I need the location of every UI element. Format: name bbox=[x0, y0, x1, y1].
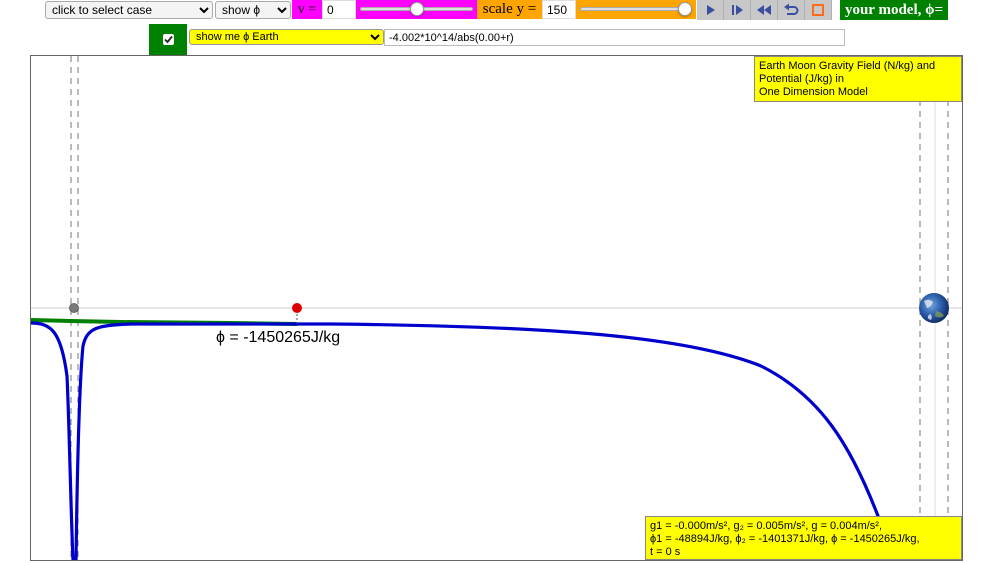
earth-icon[interactable] bbox=[919, 293, 949, 323]
model-label: your model, ϕ= bbox=[840, 0, 948, 20]
play-button[interactable] bbox=[697, 0, 724, 20]
v-slider[interactable] bbox=[356, 0, 477, 19]
show-checkbox[interactable] bbox=[162, 34, 174, 45]
graph-title-box: Earth Moon Gravity Field (N/kg) and Pote… bbox=[754, 56, 962, 102]
scale-input[interactable] bbox=[542, 0, 576, 19]
step-button[interactable] bbox=[724, 0, 751, 20]
step-forward-icon bbox=[732, 5, 743, 15]
scale-slider[interactable] bbox=[576, 0, 696, 19]
show-me-select[interactable]: show me ϕ Earth bbox=[189, 29, 384, 45]
rewind-button[interactable] bbox=[751, 0, 778, 20]
playback-controls bbox=[697, 0, 840, 20]
show-toggle[interactable] bbox=[149, 24, 187, 55]
v-label: v = bbox=[292, 0, 322, 19]
status-line3: t = 0 s bbox=[650, 546, 681, 558]
probe-marker[interactable] bbox=[292, 303, 302, 313]
stop-button[interactable] bbox=[805, 0, 832, 20]
moon-icon[interactable] bbox=[69, 303, 79, 313]
status-line1: g1 = -0.000m/s², g₂ = 0.005m/s², g = 0.0… bbox=[650, 520, 883, 532]
phi-readout: ϕ = -1450265J/kg bbox=[216, 329, 341, 346]
graph-title-line2: Potential (J/kg) in bbox=[759, 73, 844, 85]
case-select[interactable]: click to select case bbox=[45, 1, 213, 19]
formula-input[interactable] bbox=[384, 29, 845, 46]
stop-icon bbox=[812, 4, 824, 16]
play-icon bbox=[707, 5, 715, 15]
v-input[interactable] bbox=[322, 0, 356, 19]
v-slider-knob[interactable] bbox=[409, 2, 424, 16]
rewind-icon bbox=[757, 5, 771, 15]
graph-canvas bbox=[31, 56, 962, 560]
graph-panel[interactable]: ϕ = -1450265J/kg Earth Moon Gravity Fiel… bbox=[30, 55, 963, 561]
reset-icon bbox=[784, 3, 799, 15]
scale-slider-knob[interactable] bbox=[678, 2, 692, 16]
show-select[interactable]: show ϕ bbox=[215, 1, 291, 19]
graph-title-line3: One Dimension Model bbox=[759, 86, 868, 98]
scale-label: scale y = bbox=[477, 0, 542, 19]
status-line2: ϕ1 = -48894J/kg, ϕ₂ = -1401371J/kg, ϕ = … bbox=[650, 533, 920, 545]
graph-title-line1: Earth Moon Gravity Field (N/kg) and bbox=[759, 60, 936, 72]
scale-slider-track bbox=[580, 7, 692, 11]
status-box: g1 = -0.000m/s², g₂ = 0.005m/s², g = 0.0… bbox=[645, 516, 962, 560]
reset-button[interactable] bbox=[778, 0, 805, 20]
checkmark-icon bbox=[163, 35, 173, 44]
